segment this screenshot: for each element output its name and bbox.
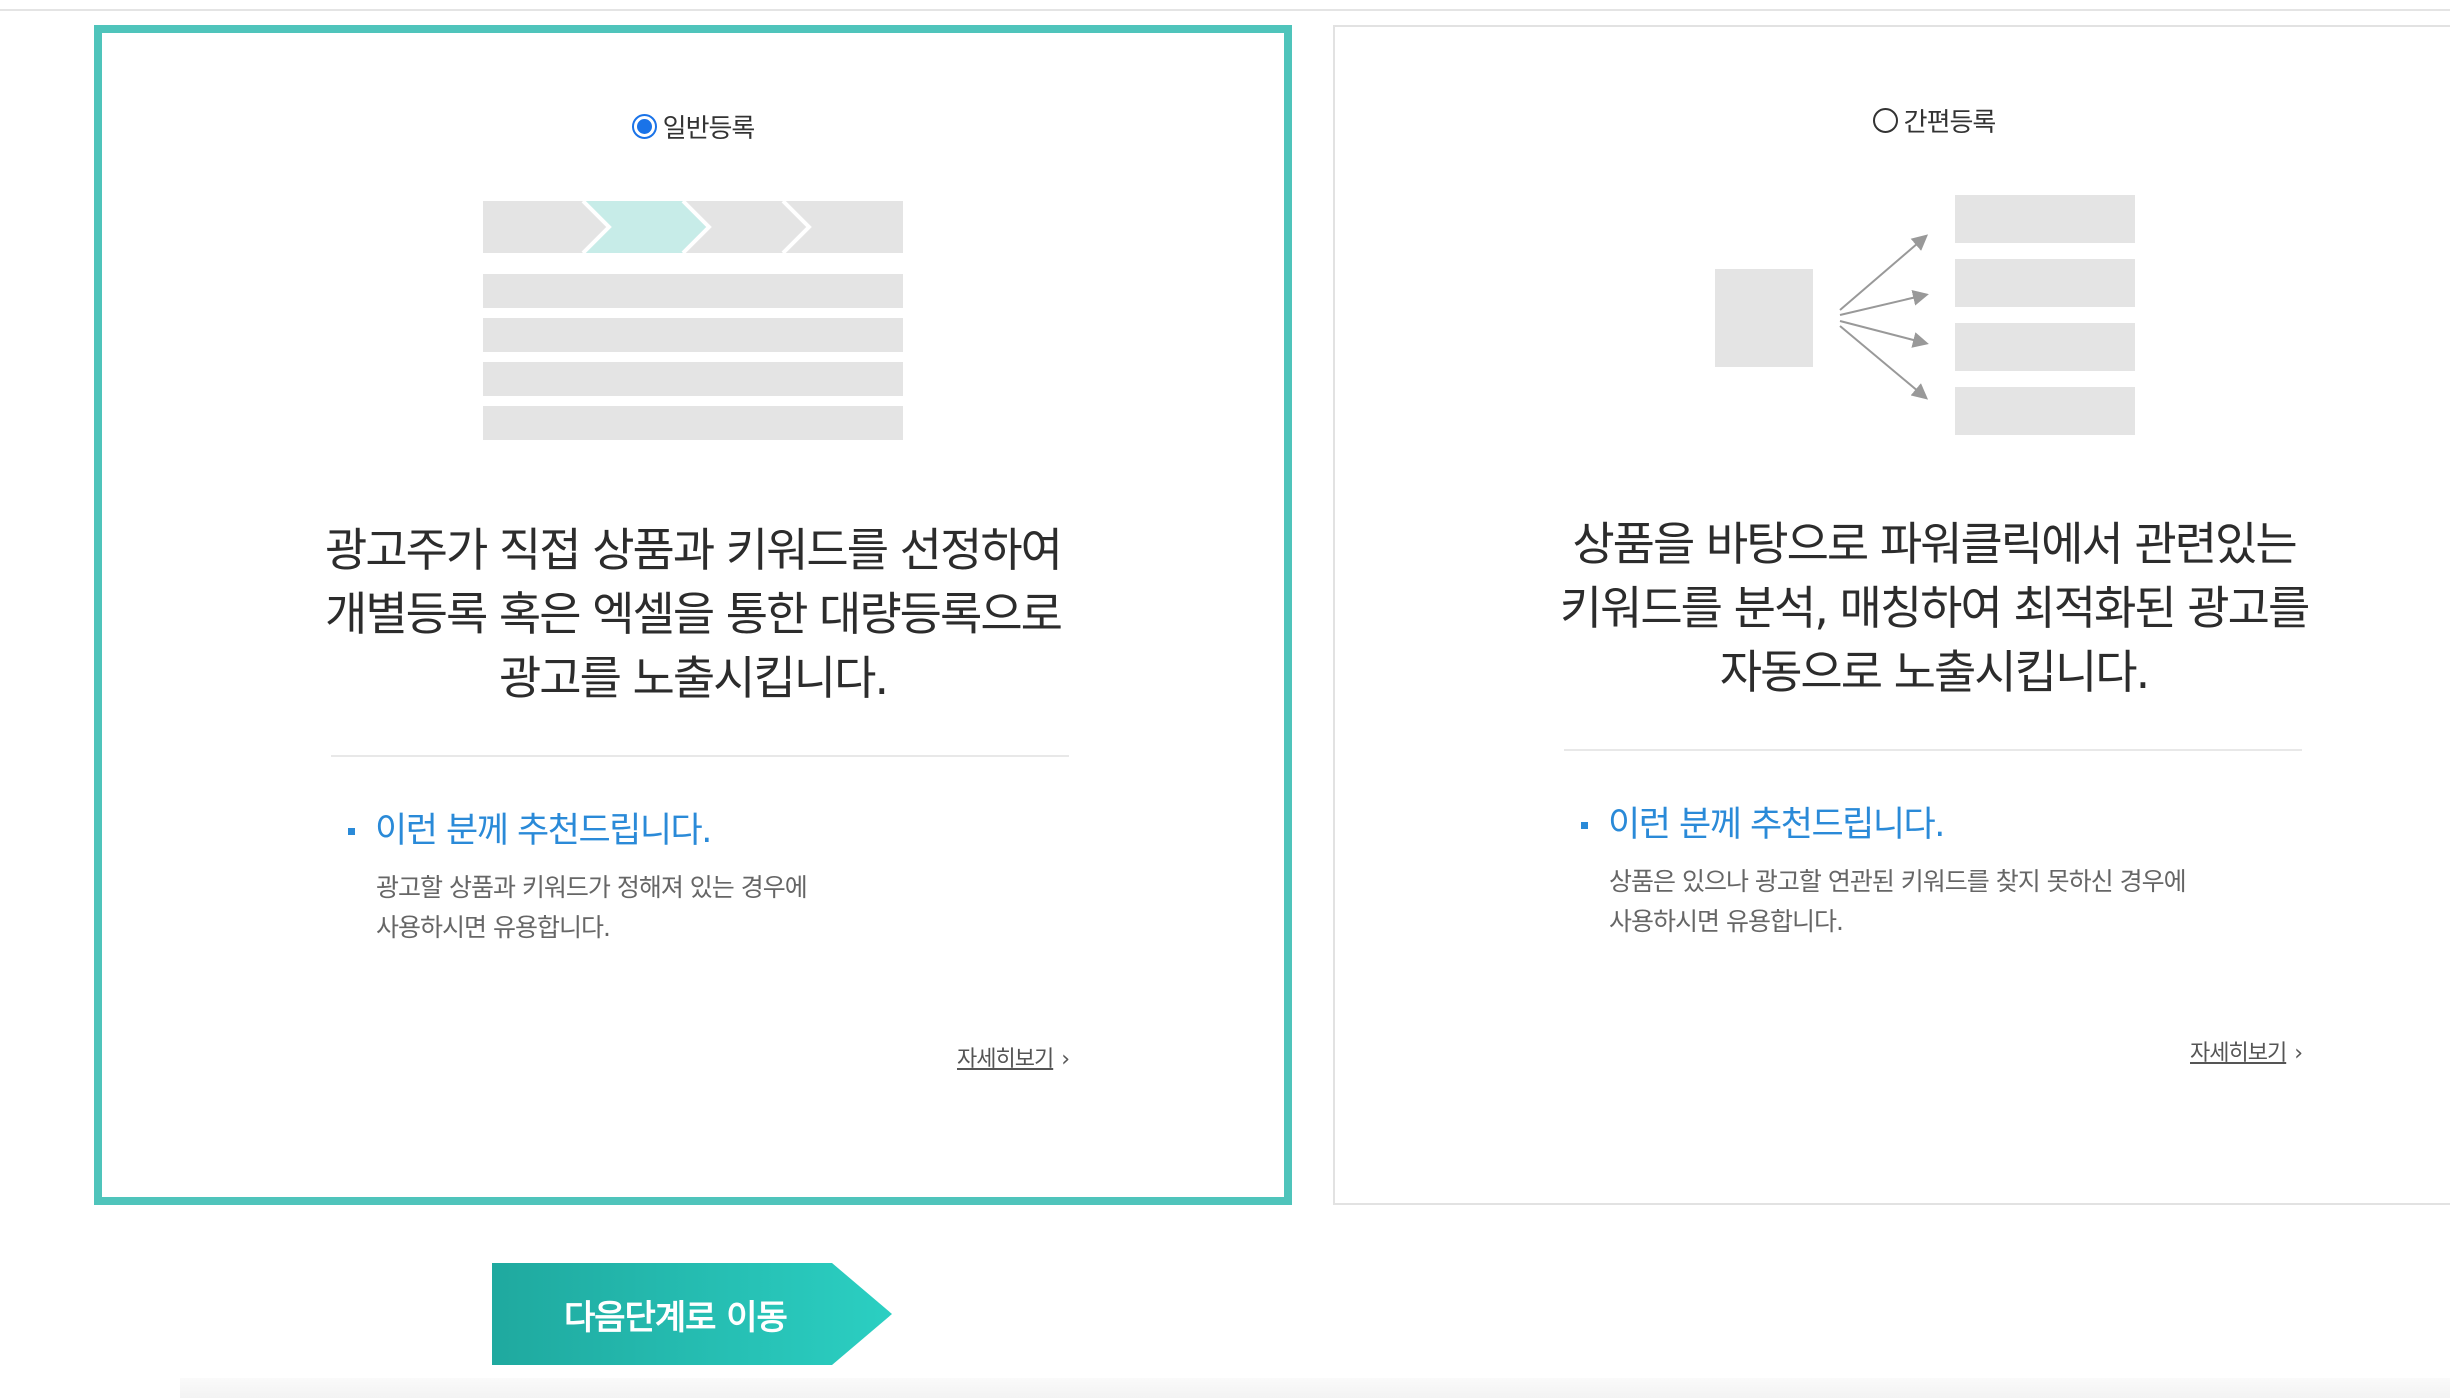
bullet-icon [1581,821,1588,829]
next-step-label[interactable]: 다음단계로 이동 [564,1290,788,1339]
more-link-simple[interactable]: 자세히보기 › [2190,1035,2303,1067]
radio-row-simple[interactable]: 간편등록 [1335,102,2450,139]
recommend-desc-line: 상품은 있으나 광고할 연관된 키워드를 찾지 못하신 경우에 [1609,867,2187,896]
description-simple: 상품을 바탕으로 파워클릭에서 관련있는 키워드를 분석, 매칭하여 최적화된 … [1335,512,2450,704]
recommend-title: 이런 분께 추천드립니다. [348,808,807,854]
illustration-simple [1335,195,2450,475]
recommendation-general: 이런 분께 추천드립니다. 광고할 상품과 키워드가 정해져 있는 경우에 사용… [348,808,808,948]
radio-label-simple[interactable]: 간편등록 [1904,102,1997,139]
radio-general[interactable] [631,114,657,139]
more-link-label[interactable]: 자세히보기 [957,1047,1054,1072]
radio-simple[interactable] [1872,108,1898,133]
top-divider [0,9,2450,11]
recommend-title-text: 이런 분께 추천드립니다. [375,811,712,851]
description-line: 키워드를 분석, 매칭하여 최적화된 광고를 [1559,581,2311,635]
steps-illustration [483,201,903,440]
recommend-desc-line: 광고할 상품과 키워드가 정해져 있는 경우에 [376,873,808,902]
recommend-desc-line: 사용하시면 유용합니다. [1609,907,1844,936]
recommend-desc: 상품은 있으나 광고할 연관된 키워드를 찾지 못하신 경우에 사용하시면 유용… [1609,862,2187,942]
recommendation-simple: 이런 분께 추천드립니다. 상품은 있으나 광고할 연관된 키워드를 찾지 못하… [1581,802,2187,942]
next-step-button[interactable]: 다음단계로 이동 [492,1263,892,1365]
description-line: 광고를 노출시킵니다. [498,651,889,705]
illustration-general [102,201,1284,481]
description-line: 자동으로 노출시킵니다. [1719,645,2150,699]
bullet-icon [348,827,355,835]
option-card-simple[interactable]: 간편등록 상품을 바탕으로 파워클릭에서 관련있는 키워드를 분석, 매칭하여 … [1333,25,2450,1205]
radio-label-general[interactable]: 일반등록 [663,108,756,145]
chevron-right-icon: › [1061,1047,1070,1072]
description-line: 광고주가 직접 상품과 키워드를 선정하여 [325,523,1063,577]
description-line: 개별등록 혹은 엑셀을 통한 대량등록으로 [325,587,1063,641]
recommend-title: 이런 분께 추천드립니다. [1581,802,2186,848]
keyword-mapping-illustration [1715,195,2135,435]
more-link-general[interactable]: 자세히보기 › [957,1041,1070,1073]
recommend-desc: 광고할 상품과 키워드가 정해져 있는 경우에 사용하시면 유용합니다. [376,868,808,948]
card-divider [331,755,1069,757]
radio-dot [636,119,652,134]
chevron-right-icon: › [2294,1041,2303,1066]
bottom-shade [180,1378,2450,1398]
more-link-label[interactable]: 자세히보기 [2190,1041,2287,1066]
radio-row-general[interactable]: 일반등록 [102,108,1284,145]
option-card-general[interactable]: 일반등록 광고주가 직접 상품과 키워드를 선정하여 개별등록 혹은 엑셀을 통… [94,25,1292,1205]
recommend-desc-line: 사용하시면 유용합니다. [376,913,611,942]
recommend-title-text: 이런 분께 추천드립니다. [1608,805,1945,845]
description-general: 광고주가 직접 상품과 키워드를 선정하여 개별등록 혹은 엑셀을 통한 대량등… [102,518,1284,710]
description-line: 상품을 바탕으로 파워클릭에서 관련있는 [1572,517,2297,571]
card-divider [1564,749,2302,751]
